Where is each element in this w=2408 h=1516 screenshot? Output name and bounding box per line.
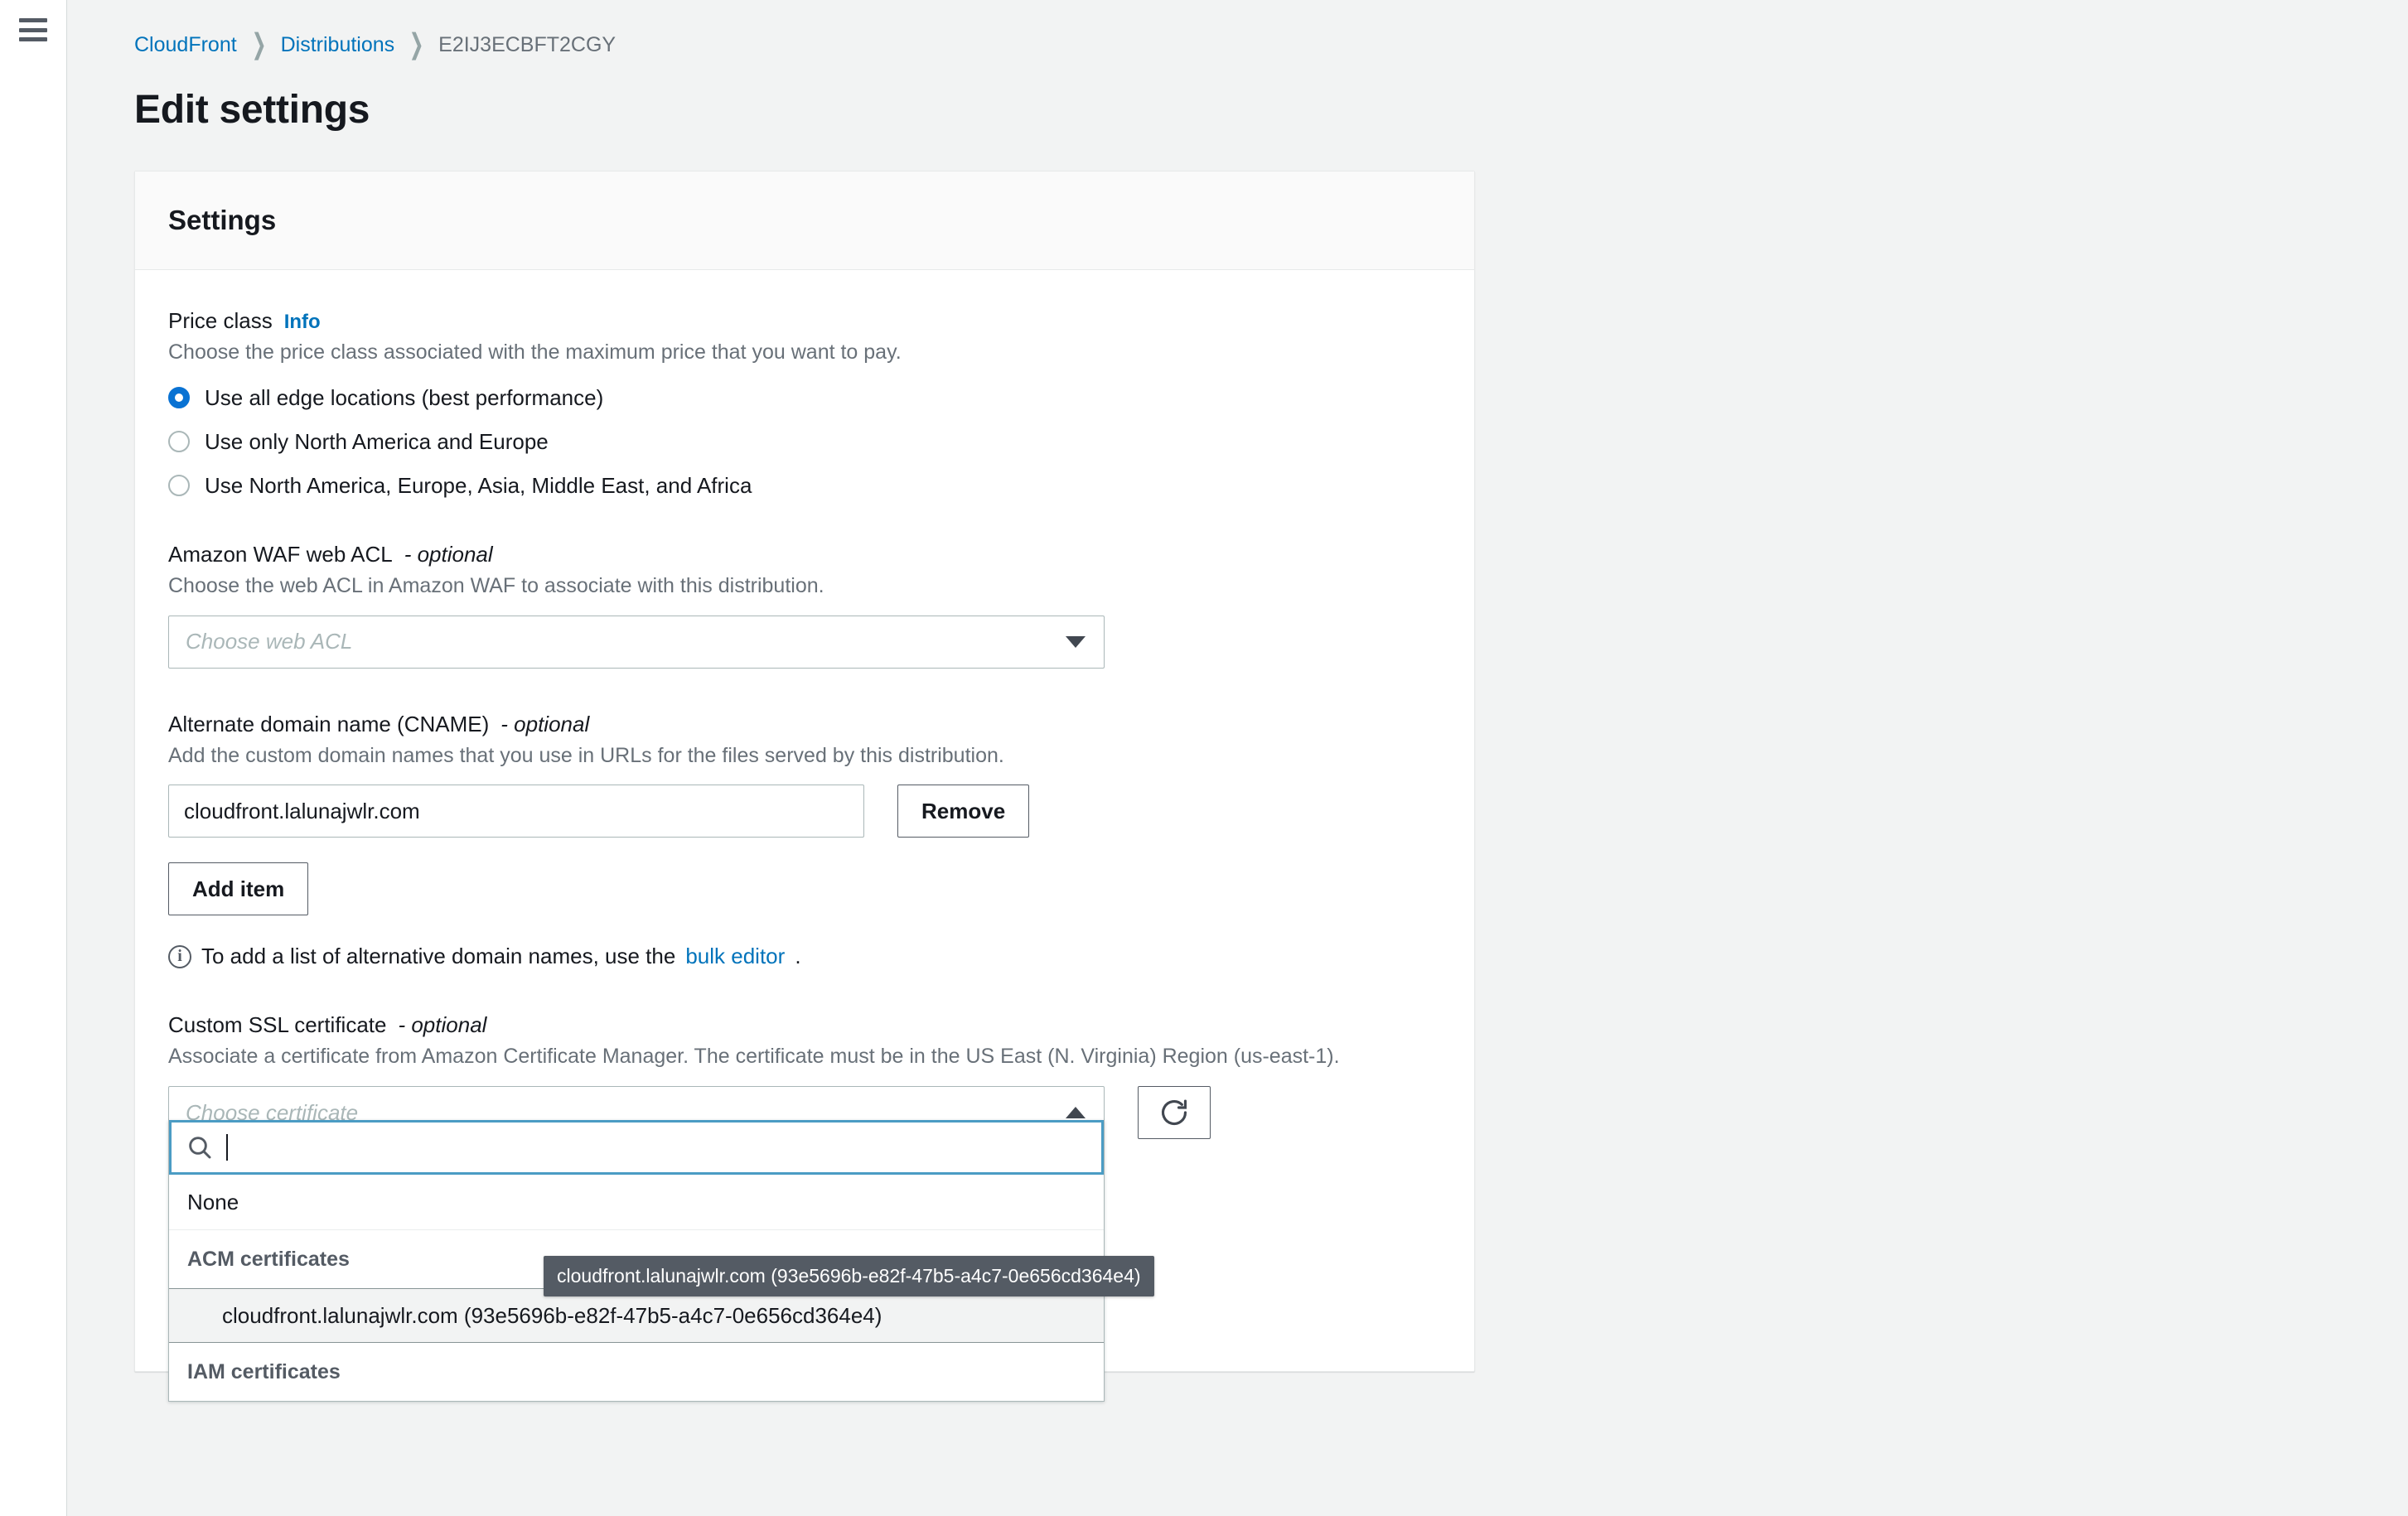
breadcrumb-item-current: E2IJ3ECBFT2CGY bbox=[438, 33, 617, 56]
waf-description: Choose the web ACL in Amazon WAF to asso… bbox=[168, 573, 824, 597]
breadcrumb-item-distributions[interactable]: Distributions bbox=[281, 35, 395, 56]
search-icon bbox=[189, 1137, 211, 1159]
ssl-description: Associate a certificate from Amazon Cert… bbox=[168, 1045, 1340, 1069]
cname-bulk-editor-hint: i To add a list of alternative domain na… bbox=[168, 944, 1441, 969]
waf-web-acl-select[interactable]: Choose web ACL bbox=[168, 615, 1105, 669]
hamburger-bar-1 bbox=[19, 18, 47, 22]
price-class-label: Price class bbox=[168, 308, 273, 333]
ssl-dropdown-group-iam: IAM certificates bbox=[169, 1343, 1104, 1401]
settings-panel-title: Settings bbox=[168, 205, 277, 235]
cname-description: Add the custom domain names that you use… bbox=[168, 743, 1004, 767]
bulk-editor-link[interactable]: bulk editor bbox=[685, 944, 785, 969]
ssl-label-row: Custom SSL certificate - optional bbox=[168, 1012, 1441, 1038]
refresh-icon bbox=[1161, 1099, 1187, 1126]
info-circle-icon: i bbox=[168, 944, 191, 968]
ssl-certificate-search-box[interactable] bbox=[169, 1120, 1104, 1175]
waf-label-row: Amazon WAF web ACL - optional bbox=[168, 542, 1441, 567]
radio-icon-all-edge[interactable] bbox=[168, 387, 190, 409]
radio-icon-na-eu-asia[interactable] bbox=[168, 475, 190, 497]
hamburger-bar-3 bbox=[19, 37, 47, 41]
price-class-option-na-eu-label: Use only North America and Europe bbox=[205, 428, 549, 454]
cname-hint-suffix: . bbox=[795, 944, 801, 969]
settings-panel-header: Settings bbox=[135, 171, 1474, 270]
ssl-certificate-tooltip: cloudfront.lalunajwlr.com (93e5696b-e82f… bbox=[544, 1256, 1154, 1296]
page-title: Edit settings bbox=[134, 88, 370, 132]
breadcrumb-item-cloudfront[interactable]: CloudFront bbox=[134, 35, 237, 56]
price-class-option-na-eu[interactable]: Use only North America and Europe bbox=[168, 429, 1441, 455]
ssl-refresh-button[interactable] bbox=[1138, 1086, 1211, 1139]
text-cursor bbox=[226, 1134, 228, 1161]
cname-field: Alternate domain name (CNAME) - optional… bbox=[168, 712, 1441, 970]
ssl-dropdown-option-none[interactable]: None bbox=[169, 1175, 1104, 1229]
cname-label: Alternate domain name (CNAME) bbox=[168, 711, 490, 736]
price-class-option-all-edge-label: Use all edge locations (best performance… bbox=[205, 384, 604, 410]
price-class-info-link[interactable]: Info bbox=[284, 311, 321, 334]
chevron-up-icon bbox=[1066, 1107, 1086, 1118]
waf-web-acl-select-placeholder: Choose web ACL bbox=[186, 629, 353, 654]
cname-label-row: Alternate domain name (CNAME) - optional bbox=[168, 712, 1441, 737]
app-root: CloudFront ❯ Distributions ❯ E2IJ3ECBFT2… bbox=[0, 0, 2408, 1516]
breadcrumb: CloudFront ❯ Distributions ❯ E2IJ3ECBFT2… bbox=[67, 0, 2408, 59]
price-class-option-na-eu-asia[interactable]: Use North America, Europe, Asia, Middle … bbox=[168, 473, 1441, 499]
hamburger-menu-icon[interactable] bbox=[19, 18, 47, 41]
hamburger-bar-2 bbox=[19, 27, 47, 32]
price-class-field: Price class Info Choose the price class … bbox=[168, 308, 1441, 499]
price-class-option-na-eu-asia-label: Use North America, Europe, Asia, Middle … bbox=[205, 472, 752, 498]
settings-panel: Settings Price class Info Choose the pri… bbox=[134, 171, 1475, 1402]
breadcrumb-separator-2: ❯ bbox=[409, 28, 424, 60]
chevron-down-icon bbox=[1066, 635, 1086, 648]
cname-optional-suffix: - optional bbox=[500, 711, 590, 736]
waf-label: Amazon WAF web ACL bbox=[168, 541, 393, 567]
price-class-label-row: Price class Info bbox=[168, 308, 1441, 334]
cname-entry-row: Remove bbox=[168, 785, 1441, 838]
radio-icon-na-eu[interactable] bbox=[168, 431, 190, 453]
cname-remove-button[interactable]: Remove bbox=[897, 785, 1030, 838]
waf-optional-suffix: - optional bbox=[404, 541, 493, 567]
ssl-label: Custom SSL certificate bbox=[168, 1012, 387, 1038]
cname-input[interactable] bbox=[168, 785, 864, 838]
price-class-option-all-edge[interactable]: Use all edge locations (best performance… bbox=[168, 385, 1441, 411]
waf-web-acl-field: Amazon WAF web ACL - optional Choose the… bbox=[168, 542, 1441, 669]
left-nav-rail bbox=[0, 0, 67, 1516]
cname-add-item-button[interactable]: Add item bbox=[168, 862, 309, 916]
ssl-optional-suffix: - optional bbox=[398, 1012, 487, 1038]
cname-hint-prefix: To add a list of alternative domain name… bbox=[201, 944, 676, 969]
breadcrumb-separator-1: ❯ bbox=[251, 28, 267, 60]
settings-panel-body: Price class Info Choose the price class … bbox=[135, 270, 1474, 1402]
page-content: CloudFront ❯ Distributions ❯ E2IJ3ECBFT2… bbox=[67, 0, 2408, 1516]
price-class-description: Choose the price class associated with t… bbox=[168, 340, 902, 364]
